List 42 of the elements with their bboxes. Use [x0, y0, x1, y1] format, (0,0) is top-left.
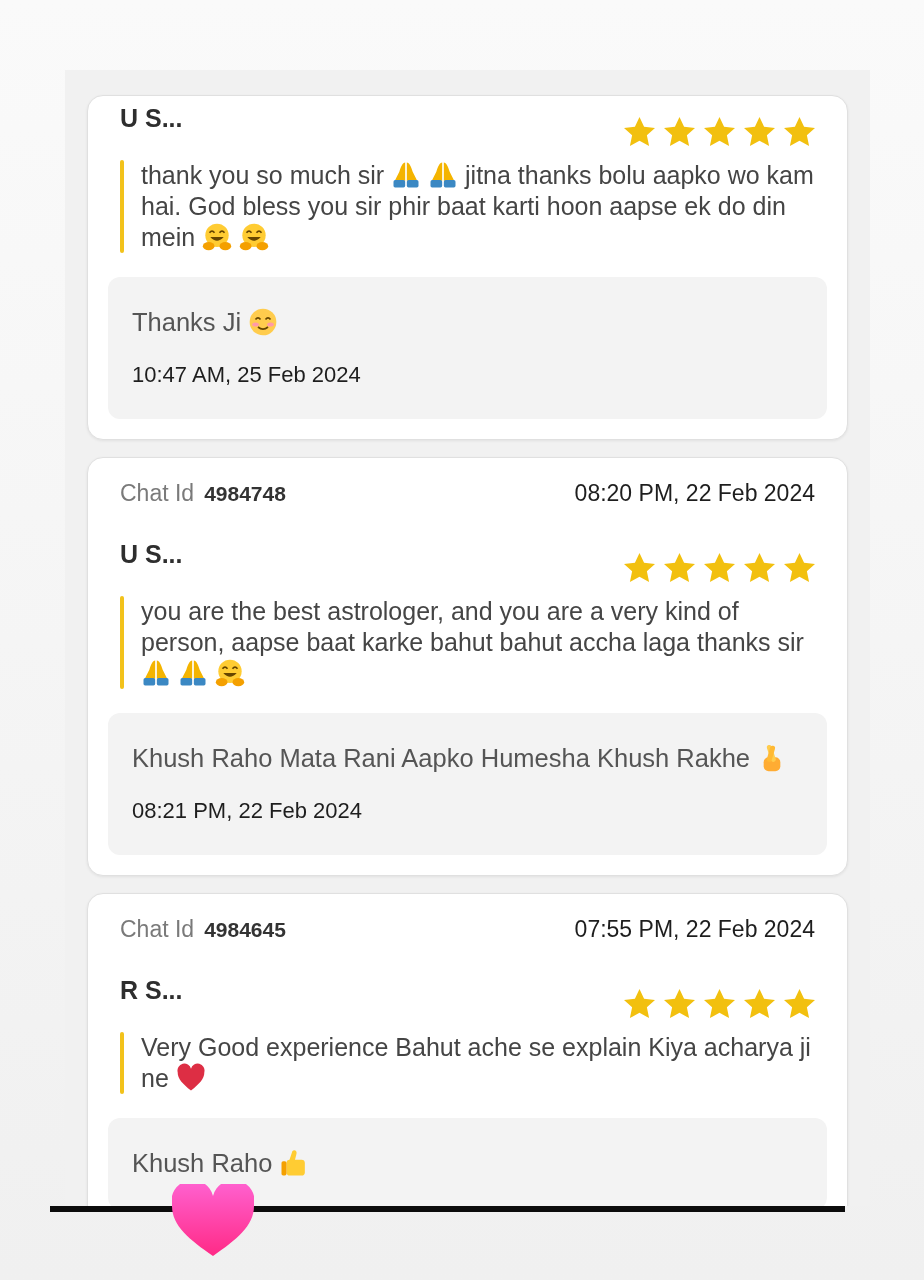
reviewer-name: U S... [120, 104, 183, 133]
reviewer-name: R S... [120, 976, 183, 1005]
chat-id: 4984748 [204, 481, 286, 506]
reply-time: 08:21 PM, 22 Feb 2024 [132, 797, 363, 825]
review-comment: thank you so much sir jitna thanks bolu aapko wo kam hai. God bless you sir phir baat karti hoon aapse ek do din mein [141, 160, 815, 253]
star-icon [664, 988, 695, 1019]
reply-text: Thanks Ji [132, 305, 803, 339]
praying-hands-icon [141, 658, 171, 688]
chat-time: 07:55 PM, 22 Feb 2024 [574, 915, 815, 943]
star-icon [624, 116, 655, 147]
star-icon [704, 552, 735, 583]
star-icon [664, 552, 695, 583]
reply-time: 10:47 AM, 25 Feb 2024 [132, 361, 362, 389]
reply-text: Khush Raho Mata Rani Aapko Humesha Khush Rakhe [132, 741, 803, 775]
chat-id: 4984645 [204, 917, 286, 942]
star-icon [664, 116, 695, 147]
star-icon [784, 988, 815, 1019]
review-comment: you are the best astrologer, and you are a very kind of person, aapse baat karke bahut bahut accha laga thanks sir [141, 596, 823, 689]
star-icon [624, 988, 655, 1019]
star-icon [624, 552, 655, 583]
praying-hands-icon [428, 160, 459, 190]
reviewer-name: U S... [120, 540, 183, 569]
hugging-face-icon [239, 222, 270, 252]
chat-time: 08:20 PM, 22 Feb 2024 [574, 479, 815, 507]
chat-id-label: Chat Id [120, 479, 195, 507]
star-icon [744, 552, 775, 583]
hugging-face-icon [202, 222, 233, 252]
quote-bar [120, 1032, 124, 1094]
star-icon [784, 116, 815, 147]
hugging-face-icon [214, 658, 245, 688]
star-icon [784, 552, 815, 583]
heart-sticker-icon [172, 1184, 254, 1256]
star-icon [704, 988, 735, 1019]
review-comment: Very Good experience Bahut ache se explain Kiya acharya ji ne [141, 1032, 812, 1094]
reply-text: Khush Raho [132, 1146, 803, 1180]
praying-hands-icon [391, 160, 422, 190]
heart-icon [175, 1063, 206, 1093]
star-icon [744, 116, 775, 147]
smiling-face-icon [248, 307, 279, 337]
star-icon [744, 988, 775, 1019]
star-icon [704, 116, 735, 147]
chat-id-label: Chat Id [120, 915, 195, 943]
